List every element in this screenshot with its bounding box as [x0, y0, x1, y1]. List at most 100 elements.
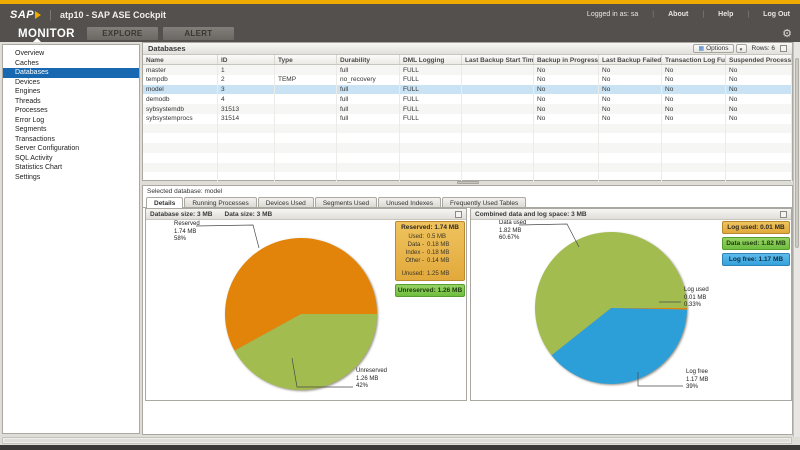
table-cell: no_recovery	[337, 74, 400, 85]
table-row-sybsystemdb[interactable]: sybsystemdb 31513 full FULL No No No No	[143, 104, 792, 114]
table-cell	[275, 113, 337, 124]
gear-icon[interactable]: ⚙	[782, 27, 792, 40]
table-cell: No	[534, 113, 599, 124]
reserved-callout: Reserved 1.74 MB 58%	[174, 221, 200, 242]
sidebar-item-devices[interactable]: Devices	[3, 78, 139, 88]
sidebar-item-transactions[interactable]: Transactions	[3, 135, 139, 145]
tab-details[interactable]: Details	[146, 197, 184, 208]
link-separator: |	[702, 11, 705, 18]
sidebar-item-engines[interactable]: Engines	[3, 87, 139, 97]
table-cell	[275, 143, 337, 153]
tab-segments-used[interactable]: Segments Used	[314, 197, 378, 207]
column-header-name[interactable]: Name	[143, 55, 218, 64]
column-header-transaction-log-full[interactable]: Transaction Log Full	[662, 55, 726, 64]
table-row-tempdb[interactable]: tempdb 2 TEMP no_recovery FULL No No No No	[143, 74, 792, 85]
logout-link[interactable]: Log Out	[763, 11, 790, 18]
table-cell	[275, 123, 337, 134]
collapse-panel-icon[interactable]	[780, 210, 787, 218]
table-cell: tempdb	[143, 74, 218, 85]
table-cell	[534, 162, 599, 173]
database-size-title: Database size: 3 MB	[150, 210, 213, 218]
column-header-last-backup-failed[interactable]: Last Backup Failed	[599, 55, 662, 64]
options-button-label: Options	[706, 45, 729, 52]
table-row-model[interactable]: model 3 full FULL No No No No	[143, 84, 792, 95]
sidebar-item-server-configuration[interactable]: Server Configuration	[3, 144, 139, 154]
footer-strip	[0, 445, 800, 450]
sidebar-item-statistics-chart[interactable]: Statistics Chart	[3, 163, 139, 173]
table-cell	[726, 162, 792, 173]
sidebar-item-settings[interactable]: Settings	[3, 173, 139, 183]
table-cell: FULL	[400, 94, 462, 104]
sidebar-item-segments[interactable]: Segments	[3, 125, 139, 135]
column-header-dml-logging[interactable]: DML Logging	[400, 55, 462, 64]
sidebar-list: Overview Caches Databases Devices Engines Thr…	[3, 49, 139, 182]
table-cell	[599, 133, 662, 143]
tab-running-processes[interactable]: Running Processes	[184, 197, 257, 207]
table-cell	[337, 152, 400, 163]
column-header-last-backup-start-time[interactable]: Last Backup Start Time	[462, 55, 534, 64]
vertical-scrollbar-thumb[interactable]	[795, 58, 799, 248]
table-cell: TEMP	[275, 74, 337, 85]
sap-logo: SAP	[10, 8, 42, 21]
column-header-suspended-processes[interactable]: Suspended Processes	[726, 55, 792, 64]
sap-logo-text: SAP	[10, 8, 35, 21]
table-cell	[337, 133, 400, 143]
table-cell: No	[534, 94, 599, 104]
tab-frequently-used-tables[interactable]: Frequently Used Tables	[442, 197, 527, 207]
tab-explore[interactable]: EXPLORE	[86, 27, 158, 40]
pie-group	[535, 231, 687, 384]
sidebar-item-error-log[interactable]: Error Log	[3, 116, 139, 126]
help-link[interactable]: Help	[718, 11, 733, 18]
table-cell: 4	[218, 94, 275, 104]
sidebar-item-databases[interactable]: Databases	[3, 68, 139, 78]
sidebar: Overview Caches Databases Devices Engines Thr…	[2, 44, 140, 434]
horizontal-scrollbar-thumb[interactable]	[4, 439, 790, 442]
table-row-sybsystemprocs[interactable]: sybsystemprocs 31514 full FULL No No No No	[143, 113, 792, 124]
top-links: Logged in as: sa | About | Help | Log Ou…	[587, 11, 790, 18]
link-separator: |	[652, 11, 655, 18]
table-cell: No	[726, 113, 792, 124]
column-header-durability[interactable]: Durability	[337, 55, 400, 64]
table-cell	[662, 123, 726, 134]
table-cell	[534, 133, 599, 143]
data-used-badge: Data used: 1.82 MB	[722, 237, 790, 250]
sidebar-item-threads[interactable]: Threads	[3, 97, 139, 107]
leader-line	[518, 223, 580, 248]
options-button[interactable]: ▦ Options	[693, 44, 734, 53]
table-cell	[400, 123, 462, 134]
table-row-demodb[interactable]: demodb 4 full FULL No No No No	[143, 94, 792, 104]
unreserved-callout: Unreserved 1.26 MB 42%	[356, 368, 388, 389]
table-row-empty	[143, 152, 792, 163]
log-used-badge: Log used: 0.01 MB	[722, 221, 790, 234]
vertical-scrollbar[interactable]	[793, 42, 800, 437]
table-cell: full	[337, 113, 400, 124]
tab-alert[interactable]: ALERT	[162, 27, 234, 40]
column-header-id[interactable]: ID	[218, 55, 275, 64]
sidebar-item-caches[interactable]: Caches	[3, 59, 139, 69]
table-cell	[337, 162, 400, 173]
column-header-backup-in-progress[interactable]: Backup in Progress	[534, 55, 599, 64]
table-row-master[interactable]: master 1 full FULL No No No No	[143, 65, 792, 75]
table-cell	[400, 162, 462, 173]
column-header-type[interactable]: Type	[275, 55, 337, 64]
table-cell	[599, 143, 662, 153]
table-cell: full	[337, 94, 400, 104]
sidebar-item-sql-activity[interactable]: SQL Activity	[3, 154, 139, 164]
table-cell: No	[599, 113, 662, 124]
tab-devices-used[interactable]: Devices Used	[257, 197, 314, 207]
table-cell	[143, 162, 218, 173]
tab-unused-indexes[interactable]: Unused Indexes	[378, 197, 442, 207]
pie-group	[225, 237, 377, 390]
table-row-empty	[143, 143, 792, 153]
collapse-panel-icon[interactable]	[780, 45, 787, 52]
collapse-panel-icon[interactable]	[455, 210, 462, 218]
tab-monitor[interactable]: MONITOR	[18, 28, 75, 40]
options-dropdown-button[interactable]: ▼	[735, 44, 747, 53]
table-cell	[462, 74, 534, 85]
table-cell: FULL	[400, 74, 462, 85]
sidebar-item-processes[interactable]: Processes	[3, 106, 139, 116]
table-cell	[462, 162, 534, 173]
sidebar-item-overview[interactable]: Overview	[3, 49, 139, 59]
horizontal-scrollbar[interactable]	[2, 437, 792, 444]
about-link[interactable]: About	[668, 11, 688, 18]
